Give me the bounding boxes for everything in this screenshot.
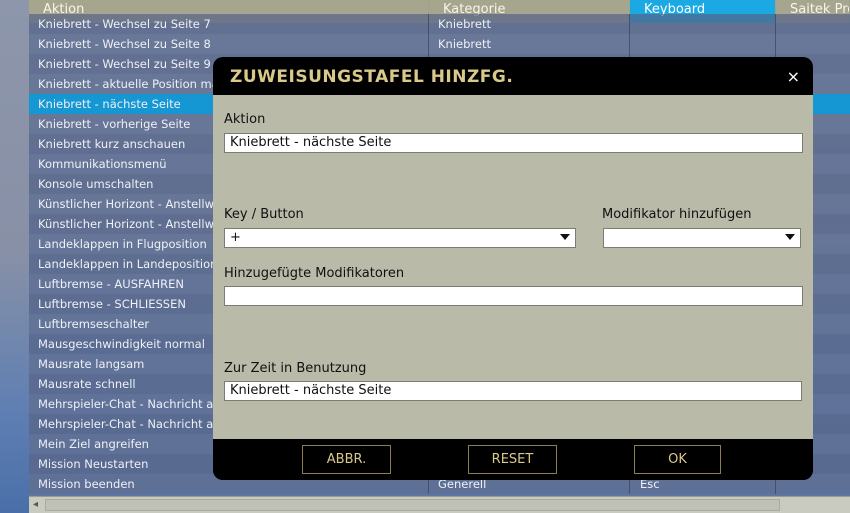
scroll-left-icon[interactable]: ◂ bbox=[33, 499, 38, 510]
cell-aktion: Kniebrett - Wechsel zu Seite 7 bbox=[29, 14, 429, 34]
dialog-footer: ABBR. RESET OK bbox=[213, 439, 813, 480]
cell-keyboard bbox=[630, 14, 776, 34]
in-use-label: Zur Zeit in Benutzung bbox=[224, 361, 367, 376]
aktion-field[interactable]: Kniebrett - nächste Seite bbox=[224, 133, 803, 153]
key-button-label: Key / Button bbox=[224, 207, 304, 222]
modifier-label: Modifikator hinzufügen bbox=[602, 207, 752, 222]
chevron-down-icon[interactable] bbox=[560, 234, 570, 240]
added-modifiers-field[interactable] bbox=[224, 286, 803, 306]
cell-saitek bbox=[776, 34, 850, 54]
horizontal-scrollbar[interactable]: ◂ bbox=[29, 496, 850, 513]
key-button-select[interactable]: + bbox=[224, 228, 576, 248]
table-row[interactable]: Kniebrett - Wechsel zu Seite 7 Kniebrett bbox=[29, 14, 850, 34]
table-row[interactable]: Kniebrett - Wechsel zu Seite 8 Kniebrett bbox=[29, 34, 850, 54]
chevron-down-icon[interactable] bbox=[785, 234, 795, 240]
reset-button[interactable]: RESET bbox=[468, 445, 557, 474]
modifier-select[interactable] bbox=[603, 228, 801, 248]
added-modifiers-label: Hinzugefügte Modifikatoren bbox=[224, 266, 405, 281]
dialog-title: ZUWEISUNGSTAFEL HINZFG. bbox=[230, 67, 514, 87]
cancel-button[interactable]: ABBR. bbox=[302, 445, 391, 474]
ok-button[interactable]: OK bbox=[634, 445, 721, 474]
cell-kategorie: Kniebrett bbox=[429, 14, 630, 34]
cell-saitek bbox=[776, 14, 850, 34]
cell-aktion: Kniebrett - Wechsel zu Seite 8 bbox=[29, 34, 429, 54]
cell-kategorie: Kniebrett bbox=[429, 34, 630, 54]
cell-keyboard bbox=[630, 34, 776, 54]
key-button-value: + bbox=[230, 230, 241, 245]
in-use-field: Kniebrett - nächste Seite bbox=[224, 381, 802, 401]
background-scenery bbox=[0, 0, 29, 513]
aktion-label: Aktion bbox=[224, 112, 266, 127]
scrollbar-thumb[interactable] bbox=[45, 499, 780, 511]
add-binding-dialog: ZUWEISUNGSTAFEL HINZFG. × Aktion Kniebre… bbox=[213, 57, 813, 480]
dialog-body: Aktion Kniebrett - nächste Seite Key / B… bbox=[213, 95, 813, 439]
close-icon[interactable]: × bbox=[787, 67, 800, 86]
